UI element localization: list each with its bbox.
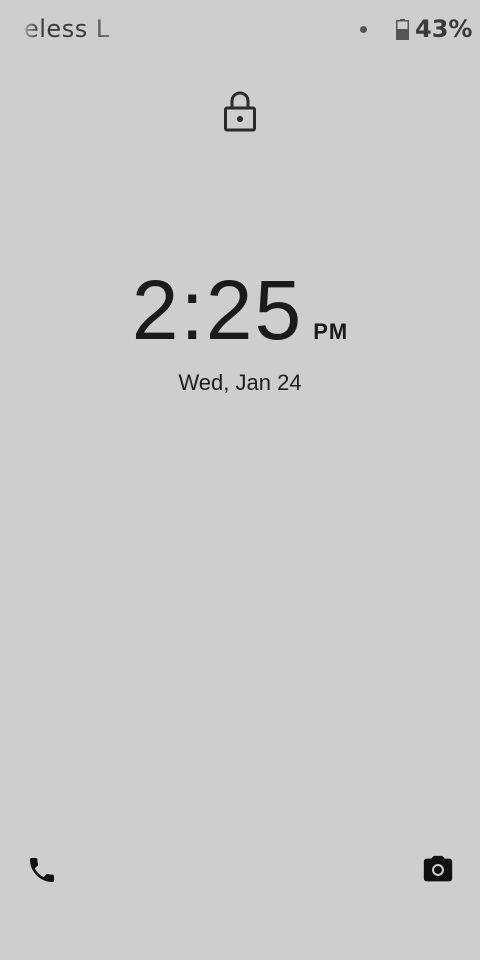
status-bar: eless L 43%: [0, 0, 480, 60]
battery-percentage: 43%: [415, 15, 473, 43]
notification-dot-icon: [360, 26, 367, 33]
phone-shortcut-button[interactable]: [22, 850, 62, 890]
clock-time: 2:25: [131, 263, 304, 357]
camera-icon: [423, 855, 453, 882]
phone-icon: [30, 858, 54, 882]
clock-ampm: PM: [313, 319, 349, 344]
date-label: Wed, Jan 24: [178, 370, 302, 395]
carrier-name: eless L: [24, 15, 110, 43]
battery-icon: [396, 19, 409, 40]
lock-screen: eless L 43% 2:25 PM Wed, Jan 24: [0, 0, 480, 960]
clock: 2:25 PM: [0, 262, 480, 359]
camera-shortcut-button[interactable]: [418, 850, 458, 890]
lock-icon: [224, 91, 256, 132]
